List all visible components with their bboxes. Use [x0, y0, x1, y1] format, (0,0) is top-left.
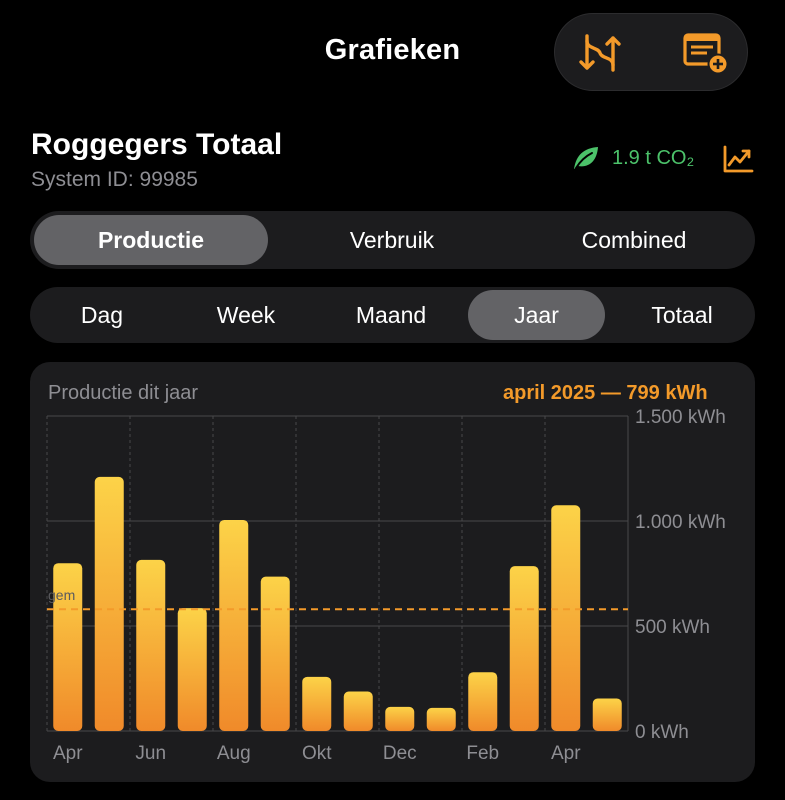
bar [177, 608, 207, 731]
bar [385, 706, 415, 731]
bar [592, 698, 622, 731]
production-bar-chart[interactable]: 1.500 kWh 1.000 kWh 500 kWh 0 kWh gem Apr Jun A… [0, 0, 785, 800]
average-label: gem [48, 587, 75, 603]
y-tick-label: 0 kWh [635, 722, 689, 743]
bar [551, 505, 581, 731]
x-tick-label: Dec [383, 743, 417, 764]
bar [468, 672, 498, 731]
bar [509, 566, 539, 731]
bar [219, 519, 249, 731]
y-tick-label: 1.500 kWh [635, 407, 726, 428]
x-tick-label: Aug [217, 743, 251, 764]
x-tick-label: Okt [302, 743, 332, 764]
y-tick-label: 1.000 kWh [635, 512, 726, 533]
x-tick-label: Jun [135, 743, 166, 764]
bar [136, 559, 166, 731]
x-tick-label: Apr [53, 743, 83, 764]
y-tick-label: 500 kWh [635, 617, 710, 638]
bar [302, 676, 332, 731]
bar [260, 576, 290, 731]
x-tick-label: Apr [551, 743, 581, 764]
bar [343, 691, 373, 731]
bar [94, 476, 124, 731]
bar [426, 707, 456, 731]
x-tick-label: Feb [466, 743, 499, 764]
